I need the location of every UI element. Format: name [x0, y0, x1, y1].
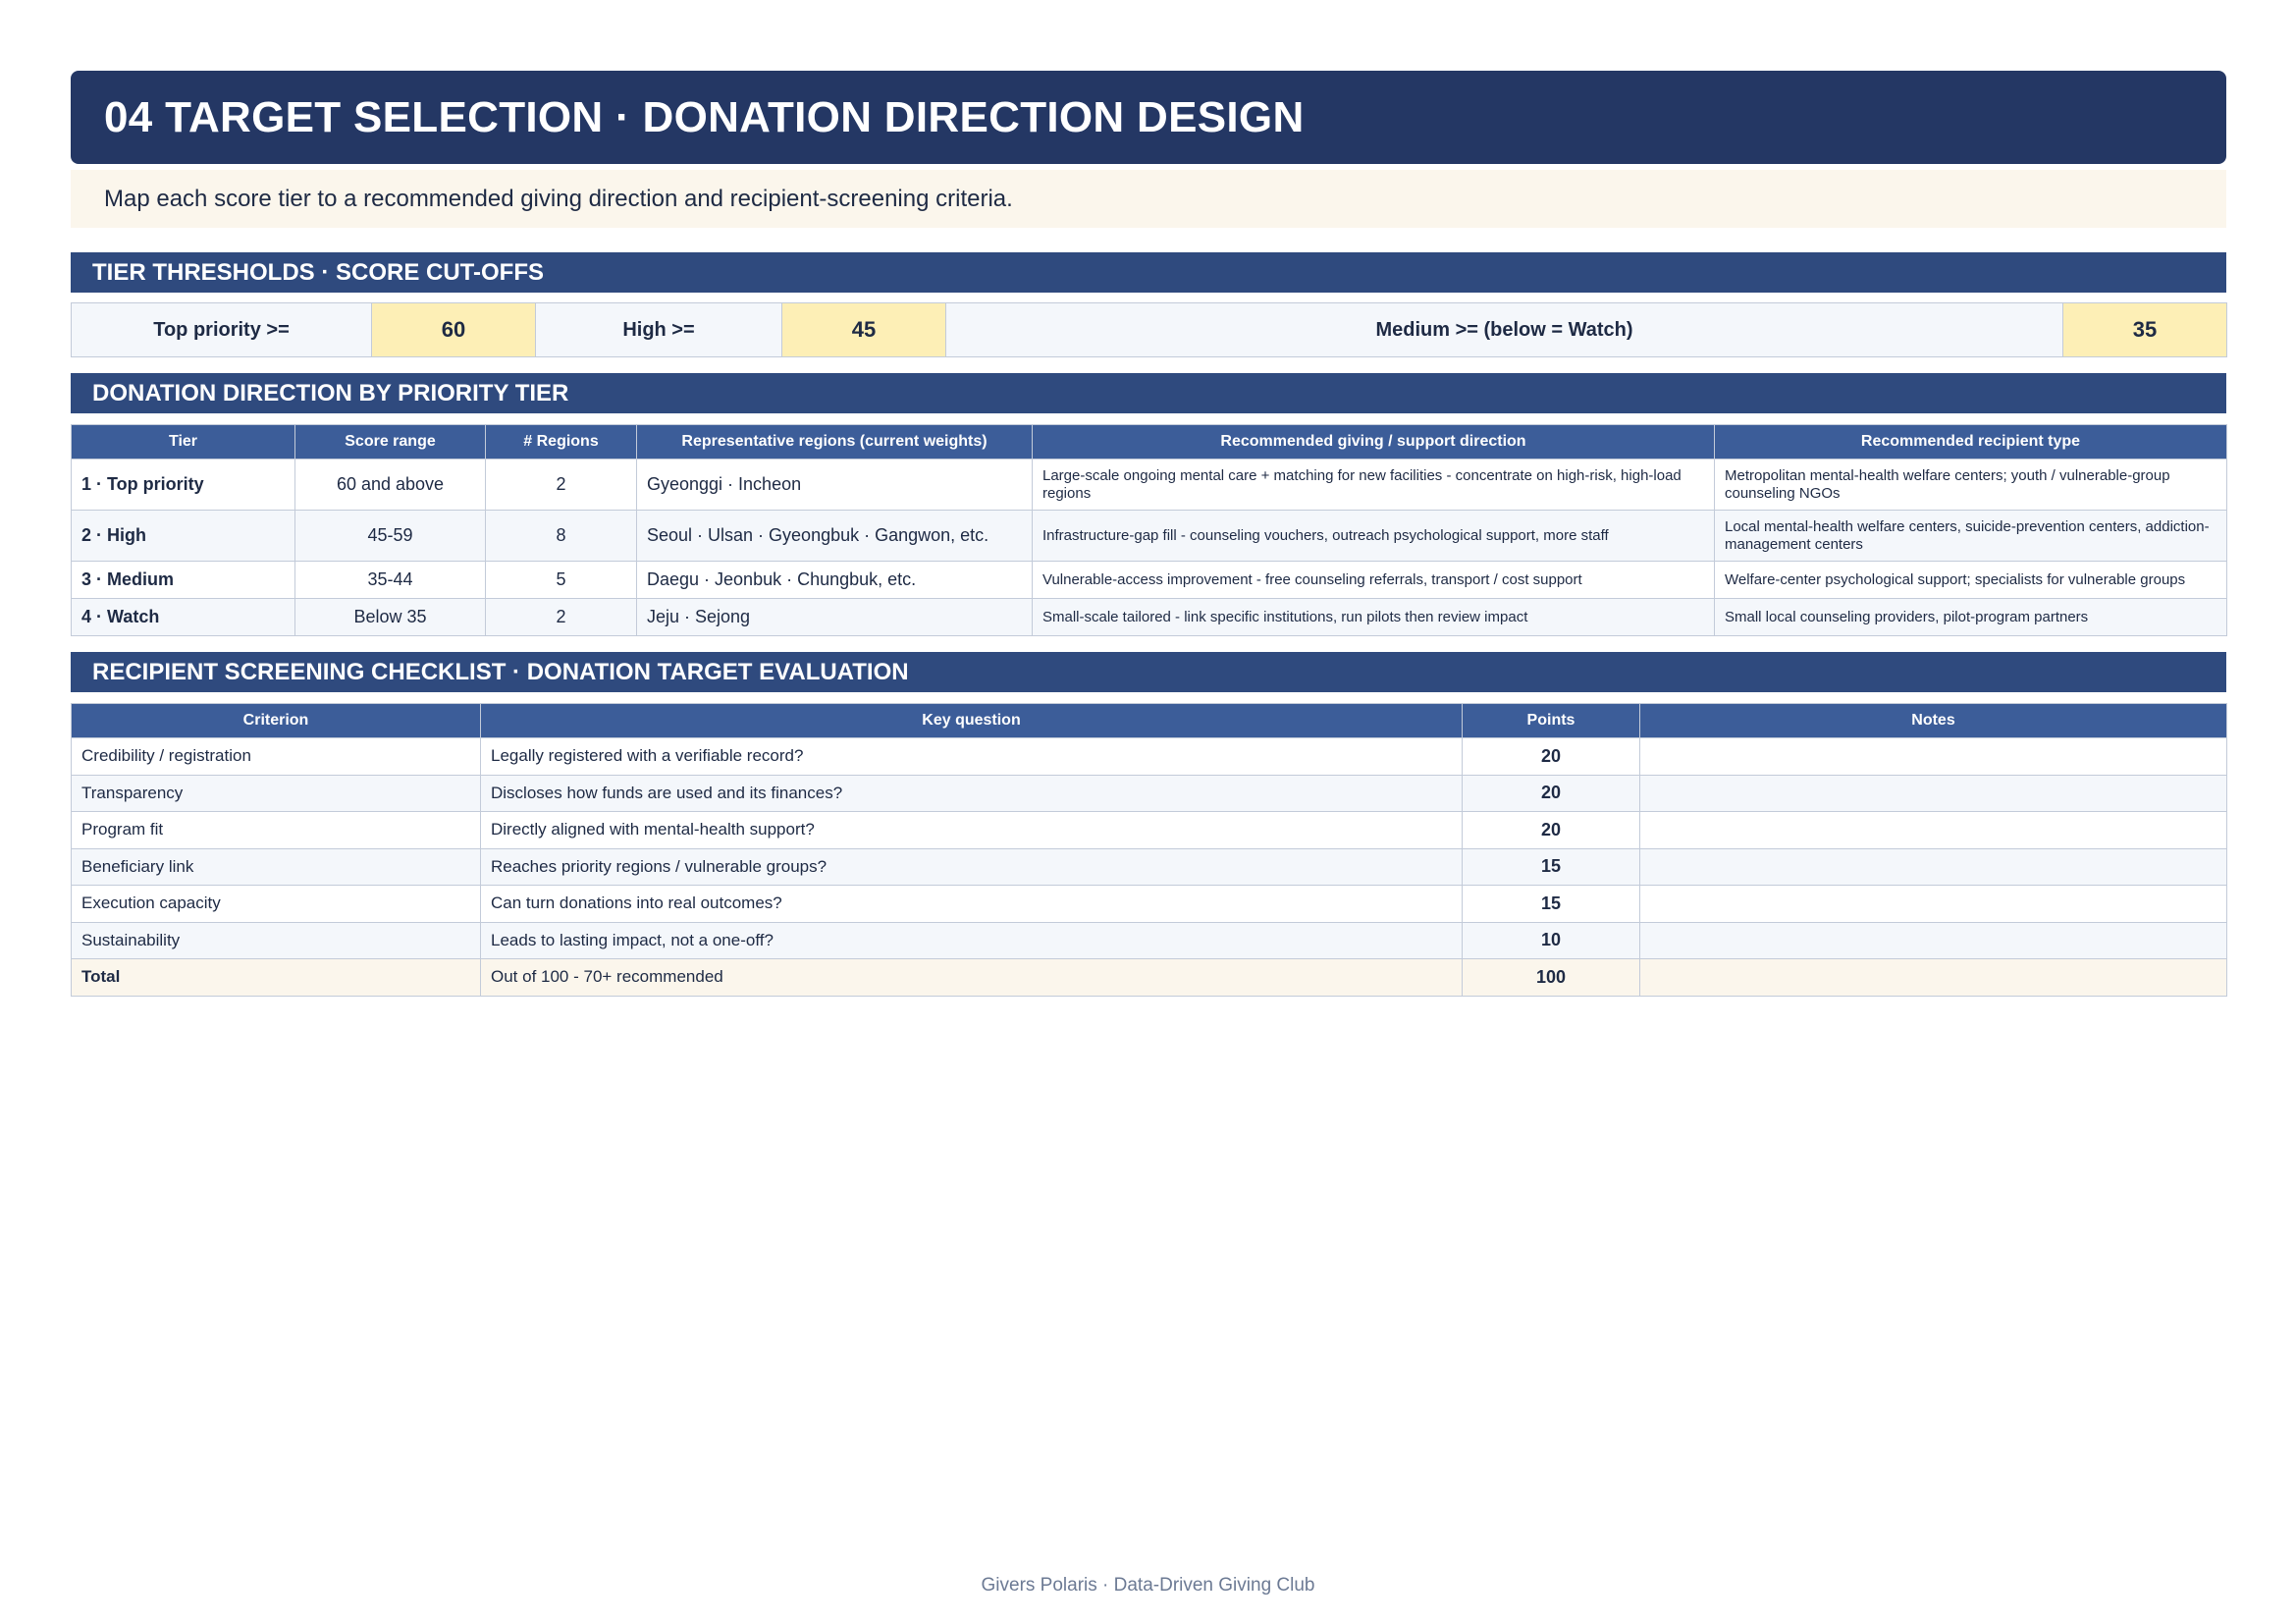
- tier-name: 3 · Medium: [71, 561, 295, 599]
- notes-cell[interactable]: [1639, 885, 2227, 923]
- table-row: Sustainability Leads to lasting impact, …: [71, 921, 2227, 959]
- medium-label: Medium >= (below = Watch): [945, 302, 2063, 357]
- page-title: 04 TARGET SELECTION · DONATION DIRECTION…: [104, 92, 1305, 141]
- column-header: Score range: [294, 424, 486, 460]
- table-row: 3 · Medium 35-44 5 Daegu · Jeonbuk · Chu…: [71, 561, 2227, 599]
- total-row: Total Out of 100 - 70+ recommended 100: [71, 958, 2227, 997]
- tier-name: 1 · Top priority: [71, 459, 295, 511]
- points[interactable]: 20: [1462, 774, 1640, 812]
- column-header: Representative regions (current weights): [636, 424, 1033, 460]
- recipient-type: Welfare-center psychological support; sp…: [1714, 561, 2227, 599]
- giving-direction: Infrastructure-gap fill - counseling vou…: [1032, 510, 1715, 562]
- criterion: Beneficiary link: [71, 847, 481, 886]
- score-range: 60 and above: [294, 459, 486, 511]
- column-header: Recommended giving / support direction: [1032, 424, 1715, 460]
- points[interactable]: 20: [1462, 811, 1640, 849]
- key-question: Discloses how funds are used and its fin…: [480, 774, 1463, 812]
- region-count: 2: [485, 598, 637, 636]
- points[interactable]: 20: [1462, 737, 1640, 776]
- region-count: 8: [485, 510, 637, 562]
- notes-cell[interactable]: [1639, 811, 2227, 849]
- title-bar: 04 TARGET SELECTION · DONATION DIRECTION…: [71, 71, 2226, 164]
- top-priority-value[interactable]: 60: [371, 302, 536, 357]
- giving-direction: Small-scale tailored - link specific ins…: [1032, 598, 1715, 636]
- table-row: Beneficiary link Reaches priority region…: [71, 847, 2227, 886]
- table-row: Program fit Directly aligned with mental…: [71, 811, 2227, 849]
- column-header: Tier: [71, 424, 295, 460]
- tier-name: 2 · High: [71, 510, 295, 562]
- column-header: Criterion: [71, 703, 481, 738]
- thresholds-table: Top priority >= 60 High >= 45 Medium >= …: [71, 302, 2227, 357]
- representative-regions: Jeju · Sejong: [636, 598, 1033, 636]
- representative-regions: Seoul · Ulsan · Gyeongbuk · Gangwon, etc…: [636, 510, 1033, 562]
- notes-cell[interactable]: [1639, 847, 2227, 886]
- notes-cell[interactable]: [1639, 921, 2227, 959]
- score-range: Below 35: [294, 598, 486, 636]
- total-points: 100: [1462, 958, 1640, 997]
- column-header: Recommended recipient type: [1714, 424, 2227, 460]
- criterion: Sustainability: [71, 921, 481, 959]
- score-range: 35-44: [294, 561, 486, 599]
- criterion: Credibility / registration: [71, 737, 481, 776]
- table-row: Credibility / registration Legally regis…: [71, 737, 2227, 776]
- section-thresholds-heading: TIER THRESHOLDS · SCORE CUT-OFFS: [71, 252, 2226, 293]
- table-row: 2 · High 45-59 8 Seoul · Ulsan · Gyeongb…: [71, 510, 2227, 562]
- recipient-type: Small local counseling providers, pilot-…: [1714, 598, 2227, 636]
- notes-cell[interactable]: [1639, 774, 2227, 812]
- direction-header-row: Tier Score range # Regions Representativ…: [71, 424, 2227, 460]
- recipient-type: Local mental-health welfare centers, sui…: [1714, 510, 2227, 562]
- giving-direction: Vulnerable-access improvement - free cou…: [1032, 561, 1715, 599]
- high-label: High >=: [535, 302, 782, 357]
- key-question: Legally registered with a verifiable rec…: [480, 737, 1463, 776]
- points[interactable]: 15: [1462, 847, 1640, 886]
- top-priority-label: Top priority >=: [71, 302, 372, 357]
- representative-regions: Daegu · Jeonbuk · Chungbuk, etc.: [636, 561, 1033, 599]
- footer-credit: Givers Polaris · Data-Driven Giving Club: [981, 1575, 1315, 1596]
- total-description: Out of 100 - 70+ recommended: [480, 958, 1463, 997]
- key-question: Can turn donations into real outcomes?: [480, 885, 1463, 923]
- notes-cell[interactable]: [1639, 958, 2227, 997]
- section-direction-heading: DONATION DIRECTION BY PRIORITY TIER: [71, 373, 2226, 413]
- medium-value[interactable]: 35: [2062, 302, 2227, 357]
- checklist-table: Criterion Key question Points Notes Cred…: [71, 703, 2227, 997]
- giving-direction: Large-scale ongoing mental care + matchi…: [1032, 459, 1715, 511]
- key-question: Directly aligned with mental-health supp…: [480, 811, 1463, 849]
- criterion: Transparency: [71, 774, 481, 812]
- table-row: Transparency Discloses how funds are use…: [71, 774, 2227, 812]
- section-checklist-heading: RECIPIENT SCREENING CHECKLIST · DONATION…: [71, 652, 2226, 692]
- points[interactable]: 15: [1462, 885, 1640, 923]
- page-subtitle: Map each score tier to a recommended giv…: [71, 170, 2226, 228]
- recipient-type: Metropolitan mental-health welfare cente…: [1714, 459, 2227, 511]
- table-row: 4 · Watch Below 35 2 Jeju · Sejong Small…: [71, 598, 2227, 636]
- region-count: 2: [485, 459, 637, 511]
- criterion: Execution capacity: [71, 885, 481, 923]
- key-question: Leads to lasting impact, not a one-off?: [480, 921, 1463, 959]
- column-header: # Regions: [485, 424, 637, 460]
- criterion: Program fit: [71, 811, 481, 849]
- high-value[interactable]: 45: [781, 302, 946, 357]
- points[interactable]: 10: [1462, 921, 1640, 959]
- table-row: Execution capacity Can turn donations in…: [71, 885, 2227, 923]
- region-count: 5: [485, 561, 637, 599]
- representative-regions: Gyeonggi · Incheon: [636, 459, 1033, 511]
- total-label: Total: [71, 958, 481, 997]
- column-header: Key question: [480, 703, 1463, 738]
- score-range: 45-59: [294, 510, 486, 562]
- notes-cell[interactable]: [1639, 737, 2227, 776]
- column-header: Notes: [1639, 703, 2227, 738]
- table-row: 1 · Top priority 60 and above 2 Gyeonggi…: [71, 459, 2227, 511]
- column-header: Points: [1462, 703, 1640, 738]
- checklist-header-row: Criterion Key question Points Notes: [71, 703, 2227, 738]
- key-question: Reaches priority regions / vulnerable gr…: [480, 847, 1463, 886]
- tier-name: 4 · Watch: [71, 598, 295, 636]
- direction-table: Tier Score range # Regions Representativ…: [71, 424, 2227, 636]
